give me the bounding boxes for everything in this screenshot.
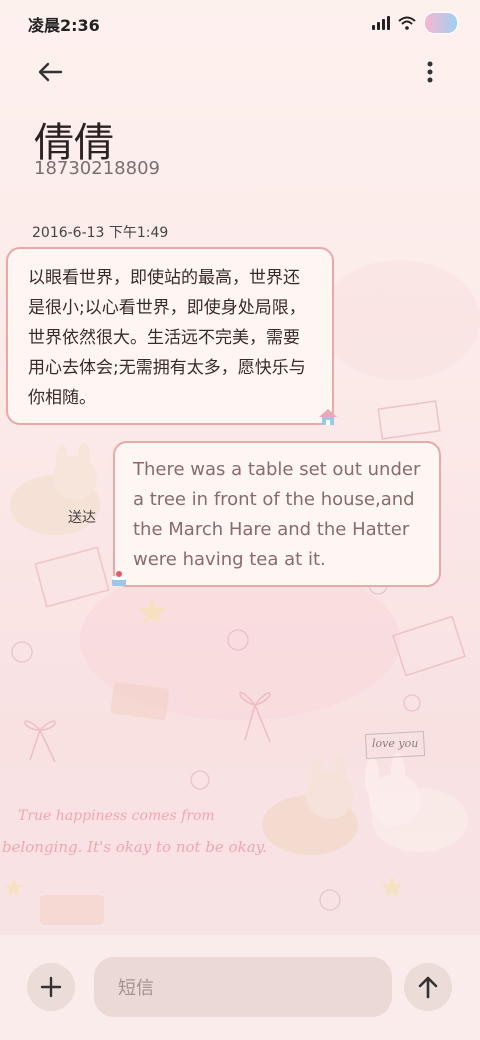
more-options-button[interactable] <box>410 52 450 92</box>
cake-icon <box>112 571 126 586</box>
status-icons <box>372 12 458 34</box>
wallpaper-quote-line2: belonging. It's okay to not be okay. <box>2 838 267 856</box>
top-bar <box>0 44 480 100</box>
message-timestamp: 2016-6-13 下午1:49 <box>32 225 169 241</box>
outgoing-message-bubble[interactable]: There was a table set out under a tree i… <box>113 441 441 587</box>
wifi-icon <box>398 16 416 30</box>
wallpaper-quote-line1: True happiness comes from <box>18 808 215 824</box>
outgoing-message-text: There was a table set out under a tree i… <box>133 459 421 570</box>
more-vertical-icon <box>427 61 433 83</box>
delivery-status: 送达 <box>68 510 96 526</box>
back-button[interactable] <box>30 52 70 92</box>
incoming-message-text: 以眼看世界，即使站的最高，世界还是很小;以心看世界，即使身处局限，世界依然很大。… <box>28 268 306 408</box>
signal-icon <box>372 16 390 30</box>
status-bar: 凌晨2:36 <box>0 0 480 44</box>
house-icon <box>319 409 337 425</box>
wallpaper-note: love you <box>372 737 419 750</box>
arrow-left-icon <box>38 62 63 82</box>
contact-number: 18730218809 <box>34 158 160 179</box>
incoming-message-bubble[interactable]: 以眼看世界，即使站的最高，世界还是很小;以心看世界，即使身处局限，世界依然很大。… <box>6 247 334 425</box>
message-input-placeholder: 短信 <box>118 978 154 999</box>
status-time: 凌晨2:36 <box>28 16 100 35</box>
arrow-up-icon <box>418 976 438 999</box>
message-input[interactable]: 短信 <box>94 957 392 1017</box>
add-attachment-button[interactable] <box>27 963 75 1011</box>
send-button[interactable] <box>404 963 452 1011</box>
battery-icon <box>424 12 458 34</box>
plus-icon <box>40 976 62 998</box>
